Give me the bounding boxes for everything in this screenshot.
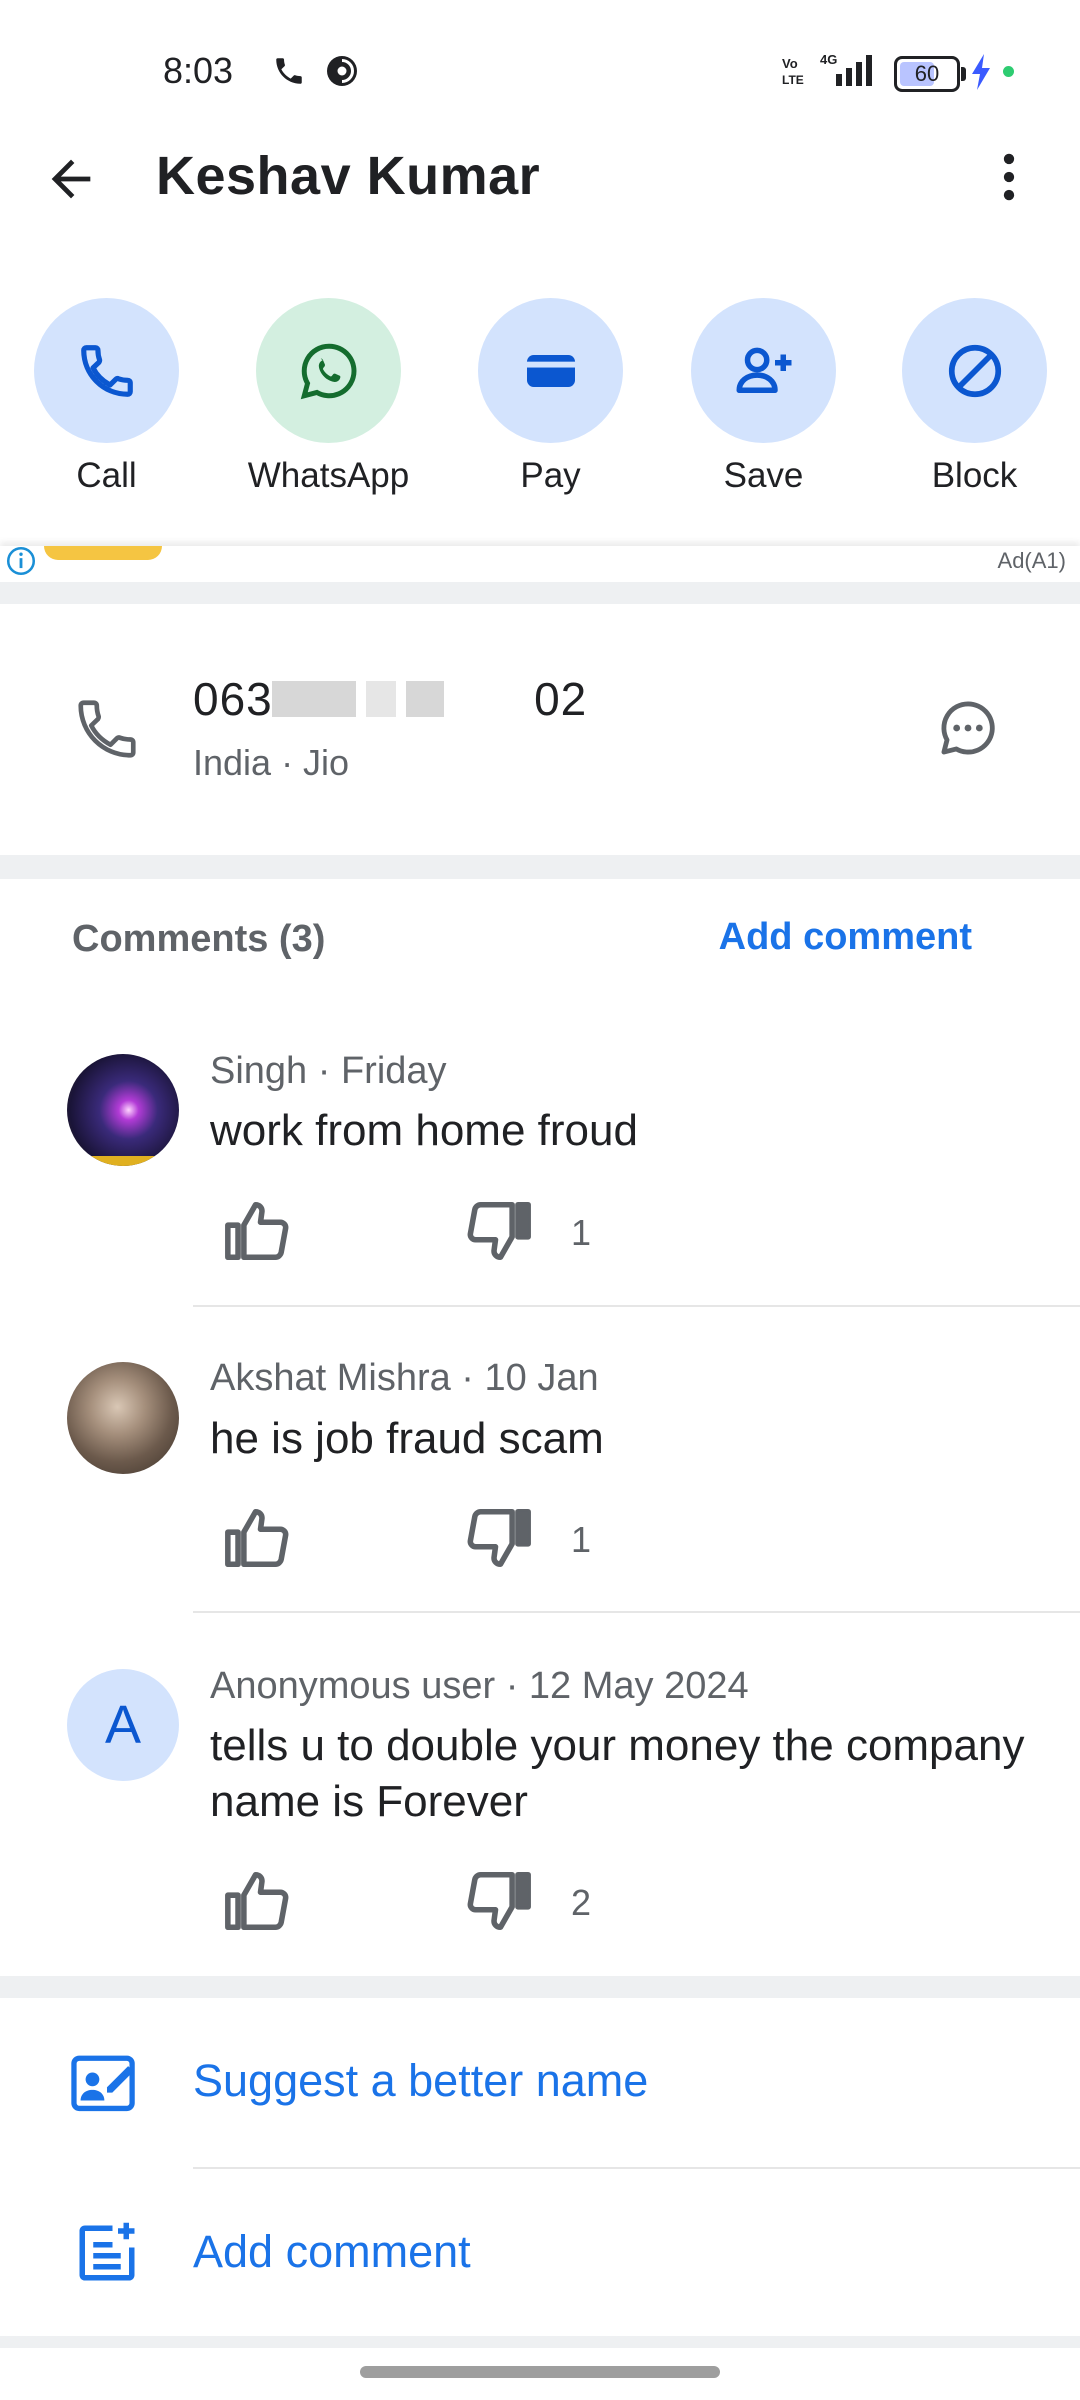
avatar (67, 1362, 179, 1474)
dislike-button[interactable] (464, 1866, 534, 1936)
message-icon[interactable] (934, 694, 1002, 762)
svg-text:LTE: LTE (782, 73, 804, 87)
avatar: A (67, 1669, 179, 1781)
redacted-digits (272, 681, 356, 717)
signal-icon: 4G (818, 50, 882, 90)
notification-dot (1003, 66, 1014, 77)
pay-label: Pay (520, 456, 581, 495)
comment-text: he is job fraud scam (210, 1414, 604, 1463)
avatar-initial: A (104, 1695, 142, 1755)
whatsapp-icon (256, 298, 401, 443)
section-divider (0, 855, 1080, 879)
row-divider (193, 2167, 1080, 2169)
comment-divider (193, 1611, 1080, 1613)
call-icon (34, 298, 179, 443)
comment-meta: Anonymous user · 12 May 2024 (210, 1665, 749, 1707)
volte-icon: Vo LTE (782, 54, 806, 88)
comment-meta: Akshat Mishra · 10 Jan (210, 1357, 599, 1399)
section-divider (0, 582, 1080, 604)
add-comment-button[interactable]: Add comment (193, 2226, 471, 2278)
whatsapp-label: WhatsApp (247, 456, 410, 495)
carrier-info: India · Jio (193, 742, 350, 783)
save-button[interactable]: Save (691, 298, 836, 496)
avatar (67, 1054, 179, 1166)
section-divider (0, 2336, 1080, 2348)
dislike-count: 2 (571, 1882, 592, 1923)
comment-text: tells u to double your money the company… (210, 1721, 1025, 1826)
ad-graphic (44, 546, 162, 560)
phone-icon (72, 694, 142, 764)
comment-text: work from home froud (210, 1106, 638, 1155)
call-status-icon (272, 54, 306, 88)
block-label: Block (931, 456, 1018, 495)
redacted-digits (406, 681, 444, 717)
comment-divider (193, 1305, 1080, 1307)
home-indicator[interactable] (360, 2366, 720, 2378)
more-options-icon[interactable] (978, 146, 1040, 208)
block-icon (902, 298, 1047, 443)
svg-text:4G: 4G (820, 52, 837, 67)
block-button[interactable]: Block (902, 298, 1047, 496)
wallet-icon (478, 298, 623, 443)
dislike-count: 1 (571, 1519, 592, 1560)
comment-meta: Singh · Friday (210, 1050, 447, 1092)
dislike-button[interactable] (464, 1503, 534, 1573)
dislike-button[interactable] (464, 1196, 534, 1266)
like-button[interactable] (222, 1196, 292, 1266)
svg-text:Vo: Vo (782, 56, 798, 71)
battery-level: 60 (914, 61, 940, 86)
ad-label: Ad(A1) (997, 548, 1066, 573)
dislike-count: 1 (571, 1212, 592, 1253)
ad-banner[interactable] (0, 546, 1080, 582)
suggest-name-link[interactable]: Suggest a better name (193, 2055, 648, 2107)
pay-button[interactable]: Pay (478, 298, 623, 496)
edit-name-icon (70, 2050, 144, 2114)
battery-icon: 60 (894, 56, 966, 92)
ad-info-icon[interactable] (4, 544, 38, 578)
back-button[interactable] (42, 150, 100, 208)
whatsapp-button[interactable]: WhatsApp (248, 298, 409, 496)
add-note-icon (74, 2220, 140, 2286)
data-saver-icon (324, 53, 360, 89)
phone-number-start: 063 (193, 673, 273, 725)
section-divider (0, 1976, 1080, 1998)
call-button[interactable]: Call (34, 298, 179, 496)
save-label: Save (723, 456, 804, 495)
redacted-digits (366, 681, 396, 717)
call-label: Call (76, 456, 137, 495)
status-time: 8:03 (163, 50, 234, 91)
phone-number-end: 02 (534, 673, 588, 725)
comments-header: Comments (3) (72, 918, 326, 960)
charging-icon (970, 54, 992, 90)
page-title: Keshav Kumar (156, 146, 541, 206)
like-button[interactable] (222, 1866, 292, 1936)
add-comment-link[interactable]: Add comment (719, 916, 972, 959)
like-button[interactable] (222, 1503, 292, 1573)
add-person-icon (691, 298, 836, 443)
